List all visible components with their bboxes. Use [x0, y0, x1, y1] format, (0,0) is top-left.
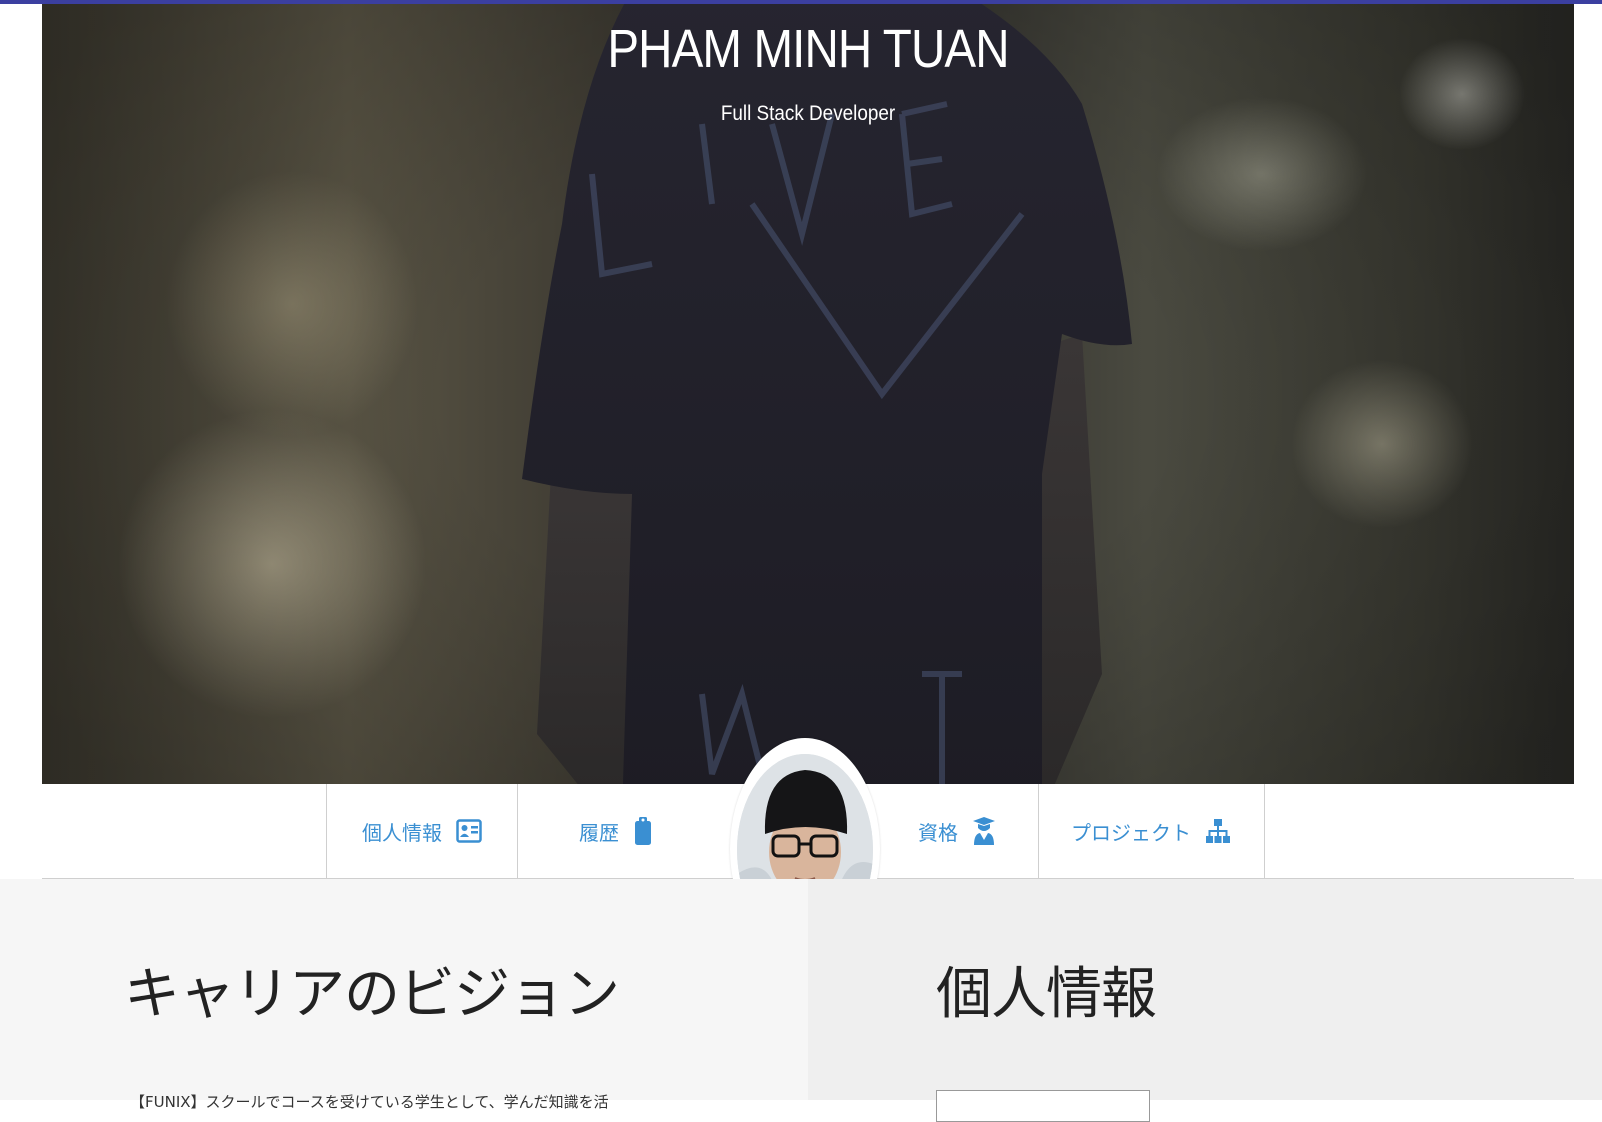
hero-name: PHAM MINH TUAN: [607, 19, 1009, 79]
nav-qualifications[interactable]: 資格: [876, 784, 1039, 878]
career-vision-text: 【FUNIX】スクールでコースを受けている学生として、学んだ知識を活: [130, 1093, 609, 1111]
nav-projects[interactable]: プロジェクト: [1038, 784, 1265, 878]
nav-history-label: 履歴: [579, 820, 619, 845]
id-card-icon: [456, 819, 482, 843]
graduate-icon: [973, 817, 995, 845]
career-vision-title: キャリアのビジョン: [124, 962, 620, 1027]
career-vision-panel: キャリアのビジョン 【FUNIX】スクールでコースを受けている学生として、学んだ…: [0, 879, 808, 1111]
personal-info-box: [936, 1090, 1150, 1122]
clipboard-icon: [635, 817, 651, 845]
hero-banner: PHAM MINH TUAN Full Stack Developer: [42, 4, 1574, 784]
nav-history[interactable]: 履歴: [516, 784, 716, 878]
sitemap-icon: [1206, 819, 1230, 843]
content-area: キャリアのビジョン 【FUNIX】スクールでコースを受けている学生として、学んだ…: [0, 879, 1602, 1122]
personal-info-title: 個人情報: [936, 962, 1157, 1027]
nav-personal-info[interactable]: 個人情報: [326, 784, 518, 878]
nav-personal-info-label: 個人情報: [362, 820, 442, 845]
nav-projects-label: プロジェクト: [1071, 820, 1191, 845]
personal-info-panel: 個人情報: [808, 879, 1602, 1100]
hero-job-title: Full Stack Developer: [720, 102, 896, 125]
nav-qualifications-label: 資格: [918, 820, 958, 845]
